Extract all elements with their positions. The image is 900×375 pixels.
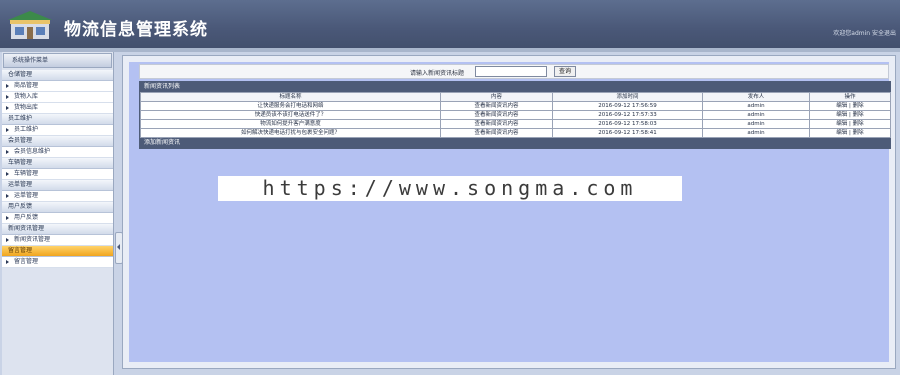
panel-title: 新闻资讯列表 [140, 82, 890, 92]
sidebar-item-products[interactable]: 商品管理 [2, 81, 113, 92]
column-header: 内容 [440, 92, 553, 102]
column-header: 操作 [809, 92, 891, 102]
sidebar-title: 系统操作菜单 [3, 53, 112, 68]
sidebar-item-waybills[interactable]: 运单管理 [2, 191, 113, 202]
actions-cell: 编辑 | 删除 [809, 128, 891, 138]
author-cell: admin [702, 119, 810, 129]
view-content-link[interactable]: 查看新闻资讯内容 [440, 128, 553, 138]
arrow-right-icon [6, 194, 9, 198]
welcome-logout-text[interactable]: 欢迎您admin 安全退出 [833, 28, 896, 37]
sidebar-item-staff[interactable]: 员工维护 [2, 125, 113, 136]
edit-link[interactable]: 编辑 [836, 121, 847, 127]
sidebar-group-waybills[interactable]: 运单管理 [2, 180, 113, 191]
watermark-text: https://www.songma.com [218, 176, 682, 201]
table-row: 如何解决快递电话打扰与包裹安全问题？ 查看新闻资讯内容 2016-09-12 1… [140, 128, 891, 138]
content-area: 请输入新闻资讯标题 查询 新闻资讯列表 标题名称 内容 添加时间 发布人 操作 [129, 62, 891, 362]
arrow-right-icon [6, 238, 9, 242]
arrow-right-icon [6, 172, 9, 176]
warehouse-logo-icon [8, 11, 52, 39]
arrow-right-icon [6, 84, 9, 88]
author-cell: admin [702, 101, 810, 111]
news-list-panel: 新闻资讯列表 标题名称 内容 添加时间 发布人 操作 让快递服务会打电话和网络 [139, 81, 891, 149]
news-title-cell: 快递员该不该打电话送件了？ [140, 110, 441, 120]
news-title-cell: 如何解决快递电话打扰与包裹安全问题？ [140, 128, 441, 138]
main-content: 请输入新闻资讯标题 查询 新闻资讯列表 标题名称 内容 添加时间 发布人 操作 [122, 55, 896, 369]
news-title-cell: 让快递服务会打电话和网络 [140, 101, 441, 111]
sidebar-item-feedback[interactable]: 用户反馈 [2, 213, 113, 224]
news-title-cell: 物流如何提升客户满意度 [140, 119, 441, 129]
time-cell: 2016-09-12 17:56:59 [552, 101, 703, 111]
arrow-right-icon [6, 95, 9, 99]
sidebar-group-warehouse[interactable]: 仓储管理 [2, 70, 113, 81]
sidebar-item-vehicles[interactable]: 车辆管理 [2, 169, 113, 180]
arrow-right-icon [6, 106, 9, 110]
view-content-link[interactable]: 查看新闻资讯内容 [440, 119, 553, 129]
column-header: 标题名称 [140, 92, 441, 102]
search-button[interactable]: 查询 [554, 66, 576, 77]
delete-link[interactable]: 删除 [853, 112, 864, 118]
delete-link[interactable]: 删除 [853, 130, 864, 136]
chevron-left-icon [117, 244, 120, 250]
edit-link[interactable]: 编辑 [836, 130, 847, 136]
sidebar-item-messages[interactable]: 留言管理 [2, 257, 113, 268]
delete-link[interactable]: 删除 [853, 103, 864, 109]
edit-link[interactable]: 编辑 [836, 112, 847, 118]
add-news-link[interactable]: 添加新闻资讯 [140, 138, 890, 148]
header-divider [0, 48, 900, 52]
sidebar: 系统操作菜单 仓储管理 商品管理 货物入库 货物出库 员工维护 员工维护 会员管… [2, 52, 114, 375]
actions-cell: 编辑 | 删除 [809, 110, 891, 120]
arrow-right-icon [6, 128, 9, 132]
arrow-right-icon [6, 150, 9, 154]
view-content-link[interactable]: 查看新闻资讯内容 [440, 101, 553, 111]
time-cell: 2016-09-12 17:58:03 [552, 119, 703, 129]
column-header: 添加时间 [552, 92, 703, 102]
author-cell: admin [702, 128, 810, 138]
search-label: 请输入新闻资讯标题 [410, 70, 465, 77]
table-row: 物流如何提升客户满意度 查看新闻资讯内容 2016-09-12 17:58:03… [140, 119, 891, 129]
sidebar-item-members[interactable]: 会员信息维护 [2, 147, 113, 158]
sidebar-group-messages[interactable]: 留言管理 [2, 246, 113, 257]
actions-cell: 编辑 | 删除 [809, 101, 891, 111]
author-cell: admin [702, 110, 810, 120]
actions-cell: 编辑 | 删除 [809, 119, 891, 129]
table-header-row: 标题名称 内容 添加时间 发布人 操作 [140, 92, 891, 102]
sidebar-group-news[interactable]: 新闻资讯管理 [2, 224, 113, 235]
sidebar-item-stock-out[interactable]: 货物出库 [2, 103, 113, 114]
sidebar-item-stock-in[interactable]: 货物入库 [2, 92, 113, 103]
delete-link[interactable]: 删除 [853, 121, 864, 127]
time-cell: 2016-09-12 17:57:33 [552, 110, 703, 120]
sidebar-item-news[interactable]: 新闻资讯管理 [2, 235, 113, 246]
sidebar-group-members[interactable]: 会员管理 [2, 136, 113, 147]
view-content-link[interactable]: 查看新闻资讯内容 [440, 110, 553, 120]
sidebar-group-feedback[interactable]: 用户反馈 [2, 202, 113, 213]
news-table: 标题名称 内容 添加时间 发布人 操作 让快递服务会打电话和网络 查看新闻资讯内… [140, 92, 891, 138]
arrow-right-icon [6, 260, 9, 264]
table-row: 快递员该不该打电话送件了？ 查看新闻资讯内容 2016-09-12 17:57:… [140, 110, 891, 120]
sidebar-group-staff[interactable]: 员工维护 [2, 114, 113, 125]
app-title: 物流信息管理系统 [64, 20, 208, 40]
time-cell: 2016-09-12 17:58:41 [552, 128, 703, 138]
edit-link[interactable]: 编辑 [836, 103, 847, 109]
top-header: 物流信息管理系统 欢迎您admin 安全退出 [0, 0, 900, 48]
search-bar: 请输入新闻资讯标题 查询 [139, 64, 889, 79]
search-input[interactable] [475, 66, 547, 77]
sidebar-group-vehicles[interactable]: 车辆管理 [2, 158, 113, 169]
column-header: 发布人 [702, 92, 810, 102]
table-row: 让快递服务会打电话和网络 查看新闻资讯内容 2016-09-12 17:56:5… [140, 101, 891, 111]
arrow-right-icon [6, 216, 9, 220]
